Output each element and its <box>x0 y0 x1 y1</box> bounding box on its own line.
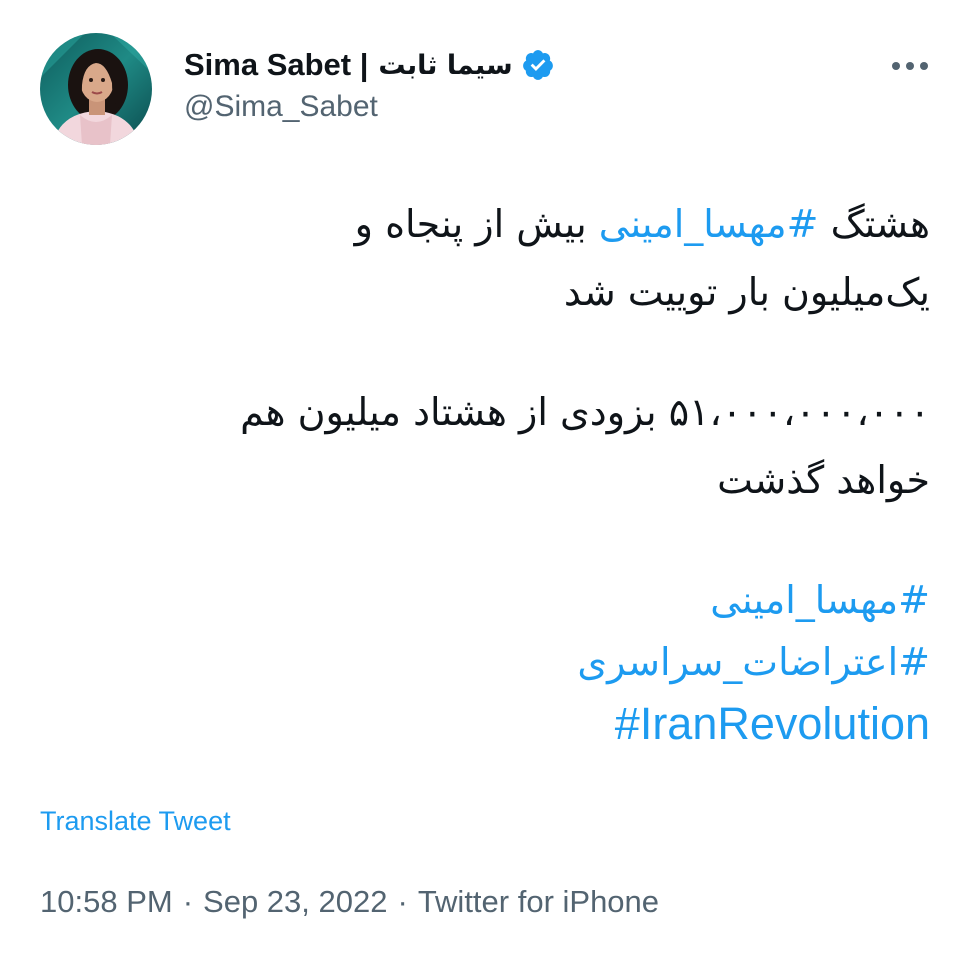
tweet-text-segment: بیش از پنجاه و <box>354 202 599 246</box>
tweet-text-segment: هشتگ <box>818 202 930 246</box>
hashtag-link: #IranRevolution <box>50 690 930 752</box>
profile-photo-avatar <box>40 33 152 145</box>
tweet-metadata: 10:58 PM · Sep 23, 2022 · Twitter for iPhone <box>40 884 659 920</box>
tweet-line-1: هشتگ #مهسا_امینی بیش از پنجاه و <box>50 190 930 258</box>
more-options-button[interactable] <box>884 46 936 86</box>
tweet-card: Sima Sabet | سیما ثابت @Sima_Sabet هشتگ … <box>0 0 972 964</box>
avatar[interactable] <box>40 33 152 145</box>
hashtag-link[interactable]: #مهسا_امینی <box>50 566 930 628</box>
author-display-name-persian[interactable]: سیما ثابت <box>378 50 512 81</box>
verified-badge-icon <box>521 48 555 82</box>
more-options-icon <box>892 62 928 70</box>
tweet-source[interactable]: Twitter for iPhone <box>418 884 659 919</box>
tweet-text: هشتگ #مهسا_امینی بیش از پنجاه و یک‌میلیو… <box>50 190 930 752</box>
author-name-row: Sima Sabet | سیما ثابت <box>184 42 555 88</box>
author-handle[interactable]: @Sima_Sabet <box>184 90 378 124</box>
separator: · <box>182 884 194 919</box>
tweet-line-2: یک‌میلیون بار توییت شد <box>563 270 930 314</box>
translate-tweet-link[interactable]: Translate Tweet <box>40 806 231 837</box>
tweet-line-3: ۵۱،۰۰۰،۰۰۰،۰۰۰ بزودی از هشتاد میلیون هم <box>240 390 930 434</box>
separator: · <box>397 884 408 919</box>
tweet-time[interactable]: 10:58 PM <box>40 884 173 919</box>
hashtag-link-iranrevolution[interactable]: #IranRevolution <box>615 698 930 749</box>
tweet-date[interactable]: Sep 23, 2022 <box>203 884 387 919</box>
hashtag-link-inline[interactable]: #مهسا_امینی <box>599 202 819 246</box>
tweet-line-4: خواهد گذشت <box>717 458 930 502</box>
hashtag-link[interactable]: #اعتراضات_سراسری <box>50 628 930 690</box>
author-display-name[interactable]: Sima Sabet | <box>184 47 368 83</box>
